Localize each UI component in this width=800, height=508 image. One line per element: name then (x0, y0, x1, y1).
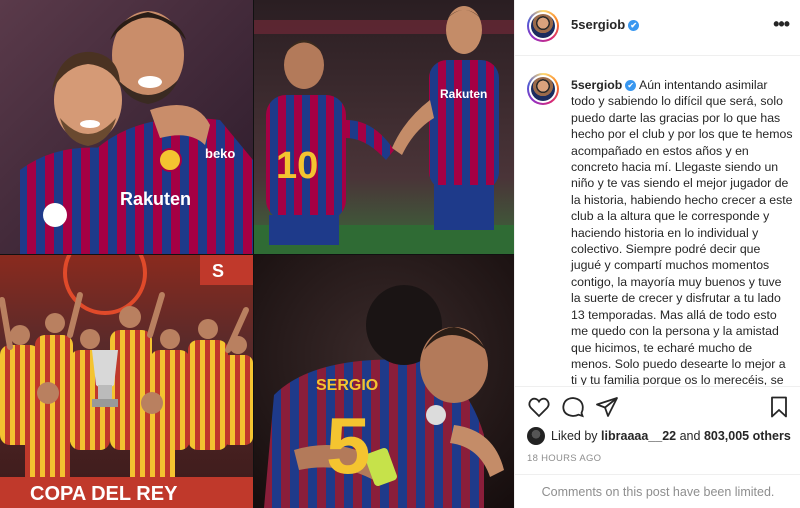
photo-team-trophy-celebration: S COPA DEL REY (0, 255, 253, 508)
liked-by-user[interactable]: libraaaa__22 (601, 429, 676, 443)
caption-verified-badge-icon: ✔ (625, 80, 637, 91)
likes-summary: Liked by libraaaa__22 and 803,005 others (527, 427, 791, 445)
caption-text: Aún intentando asimilar todo y sabiendo … (571, 78, 793, 385)
post-side-panel: 5sergiob ✔ ••• 5sergiob ✔ Aún intentando a… (514, 0, 800, 508)
post-actions: Liked by libraaaa__22 and 803,005 others… (515, 386, 800, 466)
comments-limited-notice: Comments on this post have been limited. (515, 474, 800, 508)
verified-badge-icon: ✔ (628, 20, 640, 31)
p4-name-text: SERGIO (316, 377, 378, 394)
more-options-icon[interactable]: ••• (773, 14, 790, 35)
post-header: 5sergiob ✔ ••• (515, 0, 800, 56)
heart-icon[interactable] (527, 395, 551, 419)
likes-and: and (679, 429, 701, 443)
post-image-collage[interactable]: Rakuten beko 10 Rakuten S COPA DEL REY S… (0, 0, 514, 508)
header-username[interactable]: 5sergiob ✔ (571, 17, 640, 32)
bookmark-icon[interactable] (767, 395, 791, 419)
post-timestamp[interactable]: 18 HOURS AGO (527, 453, 601, 464)
p4-shirt-number: 5 (326, 401, 371, 490)
caption-username[interactable]: 5sergiob (571, 78, 622, 92)
liker-avatar[interactable] (527, 427, 545, 445)
paper-plane-icon[interactable] (595, 395, 619, 419)
post-caption: 5sergiob ✔ Aún intentando asimilar todo y… (571, 77, 793, 385)
likes-count[interactable]: 803,005 others (704, 429, 791, 443)
p2-shirt-number: 10 (276, 145, 318, 187)
p1-sponsor-text: Rakuten (120, 189, 191, 209)
photo-messi-busquets-celebrating: Rakuten beko (0, 0, 253, 254)
p2-sponsor-text: Rakuten (440, 87, 487, 101)
p3-banner-text: COPA DEL REY (30, 483, 178, 505)
header-username-text[interactable]: 5sergiob (571, 17, 625, 32)
comment-icon[interactable] (561, 395, 585, 419)
photo-embrace-number-five: SERGIO 5 (254, 255, 514, 508)
header-avatar[interactable] (527, 10, 559, 42)
p3-banner-letter: S (212, 261, 224, 281)
caption-avatar[interactable] (527, 73, 559, 105)
photo-players-on-pitch: 10 Rakuten (254, 0, 514, 254)
p1-brand-text: beko (205, 146, 235, 161)
likes-prefix: Liked by (551, 429, 598, 443)
caption-area: 5sergiob ✔ Aún intentando asimilar todo y… (515, 57, 800, 385)
